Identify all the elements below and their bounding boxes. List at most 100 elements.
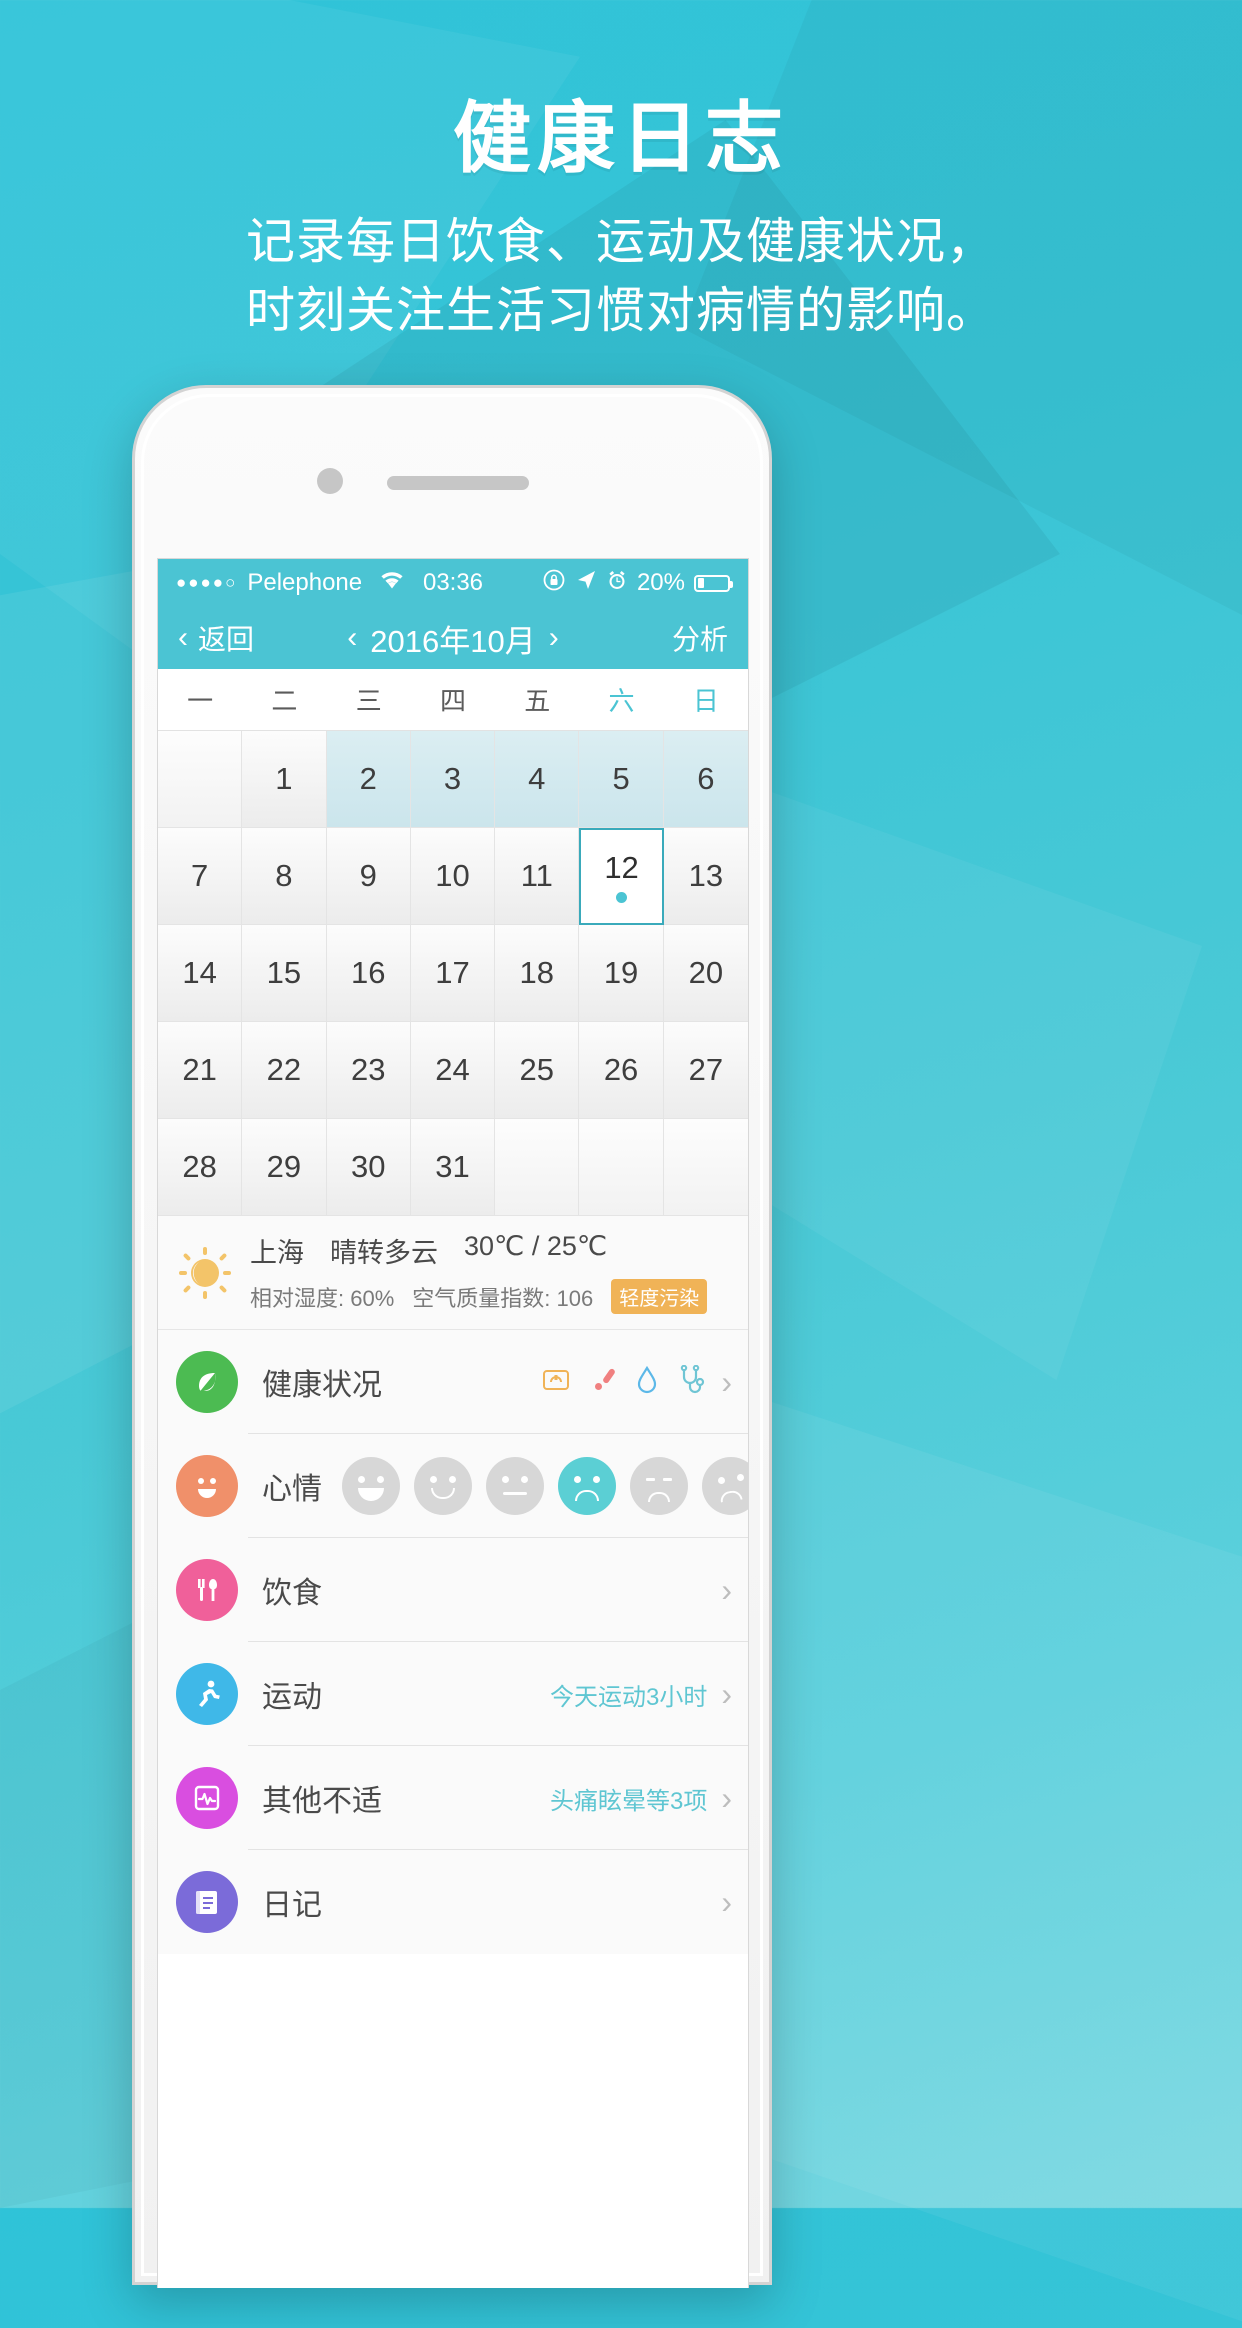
calendar-day[interactable]: 17: [410, 925, 496, 1022]
promo-subtitle-line-1: 记录每日饮食、运动及健康状况，: [245, 215, 996, 270]
calendar-day[interactable]: 8: [242, 828, 327, 925]
mood-option-neutral[interactable]: [486, 1457, 544, 1515]
chevron-right-icon: ›: [721, 1779, 732, 1816]
calendar-day[interactable]: 6: [663, 731, 748, 828]
calendar-day-number: 23: [350, 1052, 386, 1087]
month-title: 2016年10月: [370, 623, 536, 659]
calendar-day[interactable]: 25: [495, 1022, 580, 1119]
weather-condition: 晴转多云: [330, 1238, 438, 1268]
pulse-icon: [176, 1767, 238, 1829]
running-icon: [176, 1663, 238, 1725]
stethoscope-icon[interactable]: [677, 1364, 707, 1400]
calendar-day-number: 28: [182, 1149, 217, 1184]
list-item-other-discomfort[interactable]: 其他不适 头痛眩晕等3项 ›: [158, 1746, 748, 1850]
chevron-right-icon: ›: [721, 1571, 732, 1608]
calendar-day[interactable]: 26: [579, 1022, 664, 1119]
calendar-day-number: 26: [603, 1052, 639, 1087]
calendar-day-number: 6: [697, 761, 715, 796]
weather-aqi: 空气质量指数: 106: [412, 1285, 594, 1311]
calendar-day[interactable]: 7: [158, 828, 243, 925]
weather-city: 上海: [250, 1238, 304, 1268]
calendar-day-number: 11: [520, 858, 553, 893]
calendar-day[interactable]: 3: [410, 731, 496, 828]
weekday-label-1: 二: [271, 686, 298, 716]
mood-option-happy[interactable]: [342, 1457, 400, 1515]
calendar-day[interactable]: 5: [579, 731, 664, 828]
analysis-button[interactable]: 分析: [672, 618, 728, 658]
list-item-label: 健康状况: [262, 1369, 382, 1402]
calendar-day-number: 25: [519, 1052, 555, 1087]
mood-option-smile[interactable]: [414, 1457, 472, 1515]
calendar-day-selected[interactable]: 12: [579, 828, 664, 925]
calendar-day[interactable]: 10: [410, 828, 496, 925]
calendar-day-number: 19: [603, 955, 639, 990]
calendar-day-number: 18: [519, 955, 555, 990]
calendar-day[interactable]: 23: [326, 1022, 411, 1119]
calendar-day[interactable]: 2: [326, 731, 411, 828]
location-arrow-icon: [575, 569, 597, 598]
weekday-label-4: 五: [524, 686, 551, 716]
calendar-day[interactable]: 24: [410, 1022, 496, 1119]
calendar-day[interactable]: 18: [495, 925, 580, 1022]
calendar-day-number: 8: [275, 858, 293, 893]
calendar-day[interactable]: 1: [242, 731, 327, 828]
calendar-day[interactable]: 4: [495, 731, 580, 828]
chevron-right-icon: ›: [721, 1675, 732, 1712]
calendar-day[interactable]: 31: [410, 1119, 496, 1216]
calendar-day[interactable]: 15: [242, 925, 327, 1022]
list-item-diet[interactable]: 饮食 ›: [158, 1538, 748, 1642]
calendar-day-number: 16: [350, 955, 386, 990]
calendar-grid: 1 2 3 4 5 6 7 8 9 10 11 12 13 14 15 16 17 18 19 20 21 22 23 24 2…: [158, 731, 748, 1216]
calendar-day-number: 3: [443, 761, 462, 796]
rotation-lock-icon: [542, 568, 566, 599]
calendar-day: [495, 1119, 580, 1216]
mood-option-sad[interactable]: [558, 1457, 616, 1515]
calendar-day[interactable]: 11: [495, 828, 580, 925]
list-item-value: 头痛眩晕等3项: [549, 1787, 708, 1815]
calendar-day[interactable]: 13: [663, 828, 748, 925]
calendar-day-number: 31: [435, 1149, 470, 1184]
month-selector: ‹ 2016年10月 ›: [158, 616, 748, 661]
thermometer-icon[interactable]: [589, 1366, 617, 1399]
list-item-diary[interactable]: 日记 ›: [158, 1850, 748, 1954]
calendar-day: [158, 731, 243, 828]
mood-option-upset[interactable]: [702, 1457, 748, 1515]
calendar-day-number: 1: [275, 761, 293, 796]
phone-screen: ●●●●○ Pelephone 03:36 20% ‹ 返回 ‹ 2016年10…: [157, 558, 749, 2288]
calendar-day[interactable]: 9: [326, 828, 411, 925]
scale-icon[interactable]: [541, 1366, 571, 1399]
notebook-icon: [176, 1871, 238, 1933]
weekday-label-6: 日: [692, 686, 719, 716]
calendar-day[interactable]: 16: [326, 925, 411, 1022]
calendar-day-number: 9: [359, 858, 377, 893]
weekday-label-5: 六: [608, 686, 635, 716]
list-item-label: 其他不适: [262, 1785, 382, 1818]
blood-drop-icon[interactable]: [635, 1365, 659, 1400]
calendar-day[interactable]: 27: [663, 1022, 748, 1119]
calendar-day[interactable]: 20: [663, 925, 748, 1022]
prev-month-button[interactable]: ‹: [347, 623, 357, 653]
weekday-label-2: 三: [355, 686, 382, 716]
calendar-day[interactable]: 29: [242, 1119, 327, 1216]
list-item-health-status[interactable]: 健康状况 ›: [158, 1330, 748, 1434]
cutlery-icon: [176, 1559, 238, 1621]
calendar-day[interactable]: 21: [158, 1022, 243, 1119]
list-item-exercise[interactable]: 运动 今天运动3小时 ›: [158, 1642, 748, 1746]
calendar-day[interactable]: 14: [158, 925, 243, 1022]
weather-humidity: 相对湿度: 60%: [250, 1285, 395, 1311]
calendar-day[interactable]: 28: [158, 1119, 243, 1216]
calendar-day-number: 30: [350, 1149, 386, 1184]
calendar-day-number: 24: [435, 1052, 470, 1087]
mood-option-cry[interactable]: [630, 1457, 688, 1515]
promo-headline: 健康日志: [452, 94, 789, 182]
list-item-mood[interactable]: 心情: [158, 1434, 748, 1538]
calendar-day[interactable]: 19: [579, 925, 664, 1022]
calendar-day-number: 10: [435, 858, 470, 893]
calendar-day-number: 20: [688, 955, 724, 990]
calendar-day[interactable]: 22: [242, 1022, 327, 1119]
calendar-day[interactable]: 30: [326, 1119, 411, 1216]
calendar-day-number: 2: [359, 761, 377, 796]
list-item-value: 今天运动3小时: [549, 1683, 708, 1711]
next-month-button[interactable]: ›: [549, 623, 559, 653]
earpiece-speaker: [387, 476, 529, 490]
